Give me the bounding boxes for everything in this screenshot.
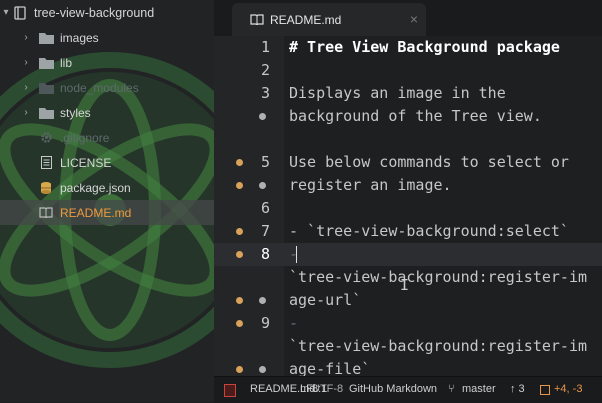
line-number: 5 xyxy=(260,153,270,171)
git-modified-icon xyxy=(236,366,243,373)
folder-icon xyxy=(38,56,54,70)
status-bar: README.md 8:1 LF UTF-8 GitHub Markdown ⑂… xyxy=(214,376,602,403)
tree-item-label: package.json xyxy=(60,180,131,195)
tree-root[interactable]: ▾ tree-view-background xyxy=(0,0,214,25)
line-text: register an image. xyxy=(289,176,452,194)
editor-line: background of the Tree view. xyxy=(214,105,602,128)
tree-item-node-modules[interactable]: › node_modules xyxy=(0,75,214,100)
tree-item-gitignore[interactable]: .gitignore xyxy=(0,125,214,150)
line-text: Displays an image in the xyxy=(289,84,506,102)
line-number: 6 xyxy=(260,199,270,217)
text-cursor xyxy=(296,246,297,263)
tree-item-package-json[interactable]: package.json xyxy=(0,175,214,200)
editor-line: 7 - `tree-view-background:select` xyxy=(214,220,602,243)
editor-line: 1 # Tree View Background package xyxy=(214,36,602,59)
line-number: 9 xyxy=(260,314,270,332)
editor-line: 2 xyxy=(214,59,602,82)
close-icon[interactable]: × xyxy=(410,11,418,27)
editor-line: 6 xyxy=(214,197,602,220)
status-diff-stat[interactable]: +4, -3 xyxy=(554,383,582,395)
tab-label: README.md xyxy=(270,12,342,27)
tree-item-label: styles xyxy=(60,105,91,120)
tree-item-label: .gitignore xyxy=(60,130,110,145)
fold-marker-icon xyxy=(259,366,266,373)
line-text: # Tree View Background package xyxy=(289,38,560,56)
git-modified-icon xyxy=(236,182,243,189)
tree-item-label: images xyxy=(60,30,99,45)
tree-item-label: lib xyxy=(60,55,73,70)
fold-marker-icon xyxy=(259,297,266,304)
line-text: `tree-view-background:register-im xyxy=(289,268,588,286)
chevron-right-icon[interactable]: › xyxy=(20,107,32,118)
line-number: 2 xyxy=(260,61,270,79)
editor-pane[interactable]: 1 # Tree View Background package 2 3 Dis… xyxy=(214,36,602,376)
tree-root-label: tree-view-background xyxy=(34,5,155,20)
file-text-icon xyxy=(38,156,54,170)
chevron-right-icon[interactable]: › xyxy=(20,57,32,68)
line-number: 1 xyxy=(260,38,270,56)
tree-item-readme[interactable]: README.md xyxy=(0,200,214,225)
book-icon xyxy=(250,14,264,25)
status-encoding[interactable]: UTF-8 xyxy=(312,383,343,395)
database-icon xyxy=(38,181,54,195)
editor-line: register an image. xyxy=(214,174,602,197)
tree-item-images[interactable]: › images xyxy=(0,25,214,50)
folder-icon xyxy=(38,81,54,95)
repo-icon xyxy=(12,5,28,20)
editor-line: 3 Displays an image in the xyxy=(214,82,602,105)
status-branch[interactable]: master xyxy=(462,383,496,395)
editor-line: age-file` xyxy=(214,358,602,376)
editor-line: `tree-view-background:register-im xyxy=(214,335,602,358)
folder-icon xyxy=(38,31,54,45)
tree-item-label: README.md xyxy=(60,205,132,220)
tree-item-license[interactable]: LICENSE xyxy=(0,150,214,175)
status-grammar[interactable]: GitHub Markdown xyxy=(349,383,437,395)
line-text: - `tree-view-background:select` xyxy=(289,222,569,240)
lint-error-icon[interactable] xyxy=(224,384,236,397)
fold-marker-icon xyxy=(259,113,266,120)
tab-readme[interactable]: README.md × xyxy=(232,3,426,36)
git-modified-icon xyxy=(236,228,243,235)
status-commits-ahead[interactable]: ↑ 3 xyxy=(510,383,525,395)
git-modified-icon xyxy=(236,320,243,327)
line-text: age-file` xyxy=(289,360,371,376)
tree-view: ▾ tree-view-background › images › lib › … xyxy=(0,0,214,402)
line-number: 3 xyxy=(260,84,270,102)
status-line-ending[interactable]: LF xyxy=(300,383,313,395)
tree-item-label: LICENSE xyxy=(60,155,112,170)
git-branch-icon: ⑂ xyxy=(448,383,455,395)
chevron-right-icon[interactable]: › xyxy=(20,32,32,43)
chevron-down-icon[interactable]: ▾ xyxy=(0,7,12,18)
book-icon xyxy=(38,206,54,220)
line-text: - xyxy=(289,314,299,332)
git-modified-icon xyxy=(236,159,243,166)
line-text: `tree-view-background:register-im xyxy=(289,337,588,355)
gear-icon xyxy=(38,131,54,145)
editor-line: 9 - xyxy=(214,312,602,335)
tree-item-lib[interactable]: › lib xyxy=(0,50,214,75)
fold-marker-icon xyxy=(259,182,266,189)
chevron-right-icon[interactable]: › xyxy=(20,82,32,93)
git-diff-icon xyxy=(540,385,550,395)
tab-bar: README.md × xyxy=(214,0,602,37)
line-number: 7 xyxy=(260,222,270,240)
line-number: 8 xyxy=(260,245,270,263)
line-text: background of the Tree view. xyxy=(289,107,542,125)
folder-icon xyxy=(38,106,54,120)
tree-item-styles[interactable]: › styles xyxy=(0,100,214,125)
line-text: age-url` xyxy=(289,291,362,309)
tree-item-label: node_modules xyxy=(60,80,139,95)
editor-line: 5 Use below commands to select or xyxy=(214,151,602,174)
mouse-ibeam-icon: I xyxy=(400,276,410,294)
editor-line-current: 8 - xyxy=(214,243,602,266)
line-text: Use below commands to select or xyxy=(289,153,569,171)
git-modified-icon xyxy=(236,251,243,258)
git-modified-icon xyxy=(236,297,243,304)
